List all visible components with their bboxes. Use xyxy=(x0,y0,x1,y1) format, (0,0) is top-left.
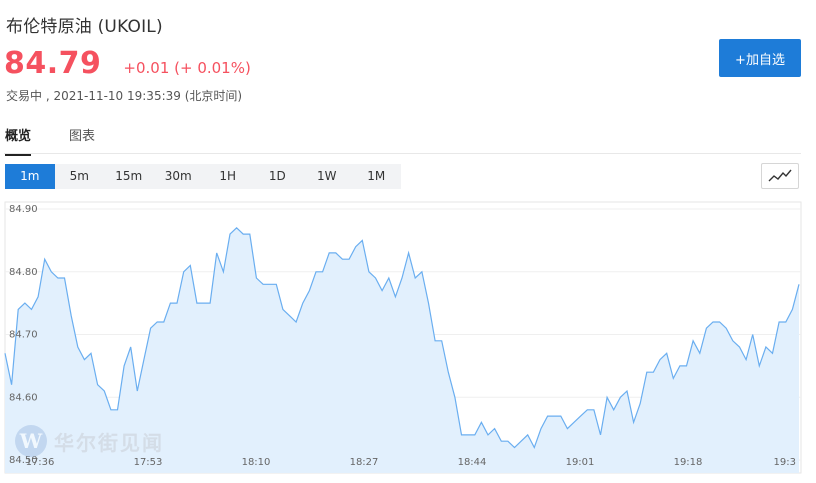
y-tick-label: 84.70 xyxy=(9,330,38,341)
y-tick-label: 84.60 xyxy=(9,392,38,403)
interval-1w[interactable]: 1W xyxy=(302,164,352,189)
interval-1h[interactable]: 1H xyxy=(203,164,253,189)
add-to-watchlist-button[interactable]: +加自选 xyxy=(719,39,801,77)
watermark-logo-icon: W xyxy=(15,425,47,457)
interval-30m[interactable]: 30m xyxy=(154,164,204,189)
x-tick-label: 19:3 xyxy=(774,457,796,468)
y-tick-label: 84.90 xyxy=(9,204,38,215)
last-price: 84.79 xyxy=(4,46,102,81)
x-tick-label: 17:36 xyxy=(26,457,55,468)
interval-5m[interactable]: 5m xyxy=(55,164,105,189)
watermark: W 华尔街见闻 xyxy=(14,424,164,458)
trading-status: 交易中 , 2021-11-10 19:35:39 (北京时间) xyxy=(6,89,243,103)
price-row: 84.79 +0.01 (+ 0.01%) xyxy=(4,46,251,81)
watermark-text: 华尔街见闻 xyxy=(54,430,164,455)
x-tick-label: 18:44 xyxy=(458,457,487,468)
interval-1mo[interactable]: 1M xyxy=(352,164,402,189)
chart-type-button[interactable] xyxy=(761,163,799,189)
x-tick-label: 19:01 xyxy=(566,457,595,468)
x-tick-label: 18:27 xyxy=(350,457,379,468)
price-change: +0.01 (+ 0.01%) xyxy=(123,59,251,77)
x-tick-label: 18:10 xyxy=(242,457,271,468)
y-tick-label: 84.80 xyxy=(9,267,38,278)
instrument-title: 布伦特原油 (UKOIL) xyxy=(6,17,163,37)
svg-text:W: W xyxy=(19,429,43,453)
x-tick-label: 17:53 xyxy=(134,457,163,468)
interval-15m[interactable]: 15m xyxy=(104,164,154,189)
tab-overview[interactable]: 概览 xyxy=(5,125,32,156)
tab-bar: 概览 图表 xyxy=(4,118,801,156)
interval-1m[interactable]: 1m xyxy=(5,164,55,189)
line-chart-icon xyxy=(768,169,792,182)
interval-selector: 1m 5m 15m 30m 1H 1D 1W 1M xyxy=(5,164,401,189)
tab-chart[interactable]: 图表 xyxy=(69,125,95,144)
interval-1d[interactable]: 1D xyxy=(253,164,303,189)
x-tick-label: 19:18 xyxy=(674,457,703,468)
